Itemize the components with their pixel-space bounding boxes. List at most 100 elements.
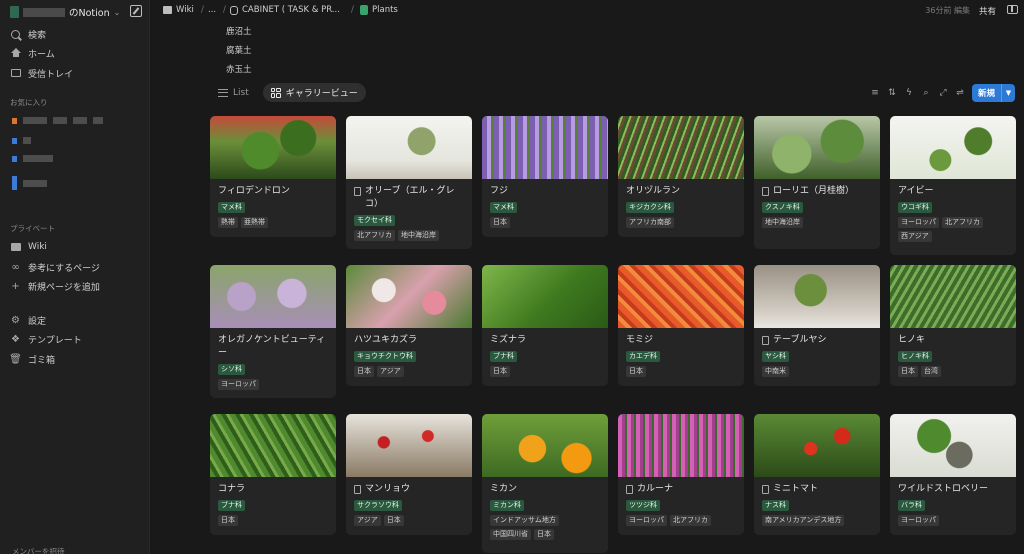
- region-tag: 日本: [490, 366, 510, 377]
- gallery-card[interactable]: フィロデンドロン マメ科 熱帯 亜熱帯: [210, 116, 336, 237]
- region-tags: 日本 アジア: [354, 366, 464, 377]
- family-tag: マメ科: [218, 202, 245, 213]
- property-option[interactable]: 腐葉土: [226, 44, 252, 56]
- sidebar-item-wiki[interactable]: Wiki: [10, 240, 47, 254]
- chevron-down-icon: ⌄: [113, 7, 121, 17]
- chevron-down-icon[interactable]: ▼: [1001, 84, 1015, 102]
- family-tag: ナス科: [762, 500, 789, 511]
- sidebar-favorite-item[interactable]: [12, 117, 103, 124]
- family-tag: ウコギ科: [898, 202, 932, 213]
- breadcrumb-label: Plants: [372, 5, 398, 15]
- family-tag: マメ科: [490, 202, 517, 213]
- sidebar-favorite-item[interactable]: [12, 176, 47, 190]
- region-tag: アジア: [377, 366, 404, 377]
- gallery-card[interactable]: ミズナラ ブナ科 日本: [482, 265, 608, 386]
- gallery-card[interactable]: コナラ ブナ科 日本: [210, 414, 336, 535]
- gallery-card[interactable]: オリーブ（エル・グレコ） モクセイ科 北アフリカ 地中海沿岸: [346, 116, 472, 249]
- gallery-card[interactable]: ミニトマトナス科南アメリカアンデス地方: [754, 414, 880, 535]
- sidebar-favorite-item[interactable]: [12, 137, 31, 144]
- region-tags: 日本: [626, 366, 736, 377]
- region-tag: 地中海沿岸: [762, 217, 803, 228]
- family-tags: ヒノキ科: [898, 351, 1008, 362]
- tab-label: List: [233, 87, 249, 98]
- card-title: ミカン: [490, 483, 600, 496]
- property-option[interactable]: 鹿沼土: [226, 25, 252, 37]
- settings-sliders-icon[interactable]: ⇌: [955, 88, 965, 98]
- new-button[interactable]: 新規 ▼: [971, 84, 1015, 102]
- card-body: マンリョウ サクラソウ科 アジア 日本: [346, 477, 472, 534]
- sidebar-item-home[interactable]: ホーム: [10, 46, 55, 60]
- database-toolbar: ≡ ⇅ ϟ ⌕ ⤢ ⇌ 新規 ▼: [870, 84, 1015, 102]
- gallery-card[interactable]: アイビー ウコギ科 ヨーロッパ 北アフリカ 西アジア: [890, 116, 1016, 255]
- gallery-card[interactable]: カルーナ ツツジ科 ヨーロッパ 北アフリカ: [618, 414, 744, 535]
- expand-icon[interactable]: ⤢: [938, 88, 948, 98]
- card-title-text: ミニトマト: [773, 484, 819, 494]
- region-tag: 中国四川省: [490, 529, 531, 540]
- gallery-card[interactable]: マンリョウ サクラソウ科 アジア 日本: [346, 414, 472, 535]
- breadcrumb-ellipsis[interactable]: ...: [208, 5, 216, 15]
- sort-icon[interactable]: ⇅: [887, 88, 897, 98]
- sidebar-item-label: テンプレート: [28, 335, 82, 346]
- search-icon[interactable]: ⌕: [921, 88, 931, 98]
- region-tag: アジア: [354, 515, 381, 526]
- filter-icon[interactable]: ≡: [870, 88, 880, 98]
- gallery-card[interactable]: ワイルドストロベリー バラ科 ヨーロッパ: [890, 414, 1016, 535]
- breadcrumb-cabinet[interactable]: CABINET ( TASK & PR...: [230, 5, 340, 15]
- property-option[interactable]: 赤玉土: [226, 63, 252, 75]
- region-tag: 日本: [218, 515, 238, 526]
- family-tags: クスノキ科: [762, 202, 872, 213]
- gallery-card[interactable]: テーブルヤシ ヤシ科 中南米: [754, 265, 880, 386]
- region-tags: 中南米: [762, 366, 872, 377]
- gallery-card[interactable]: オレガノケントビューティー シソ科 ヨーロッパ: [210, 265, 336, 398]
- card-body: ハツユキカズラ キョウチクトウ科 日本 アジア: [346, 328, 472, 385]
- family-tag: ヒノキ科: [898, 351, 932, 362]
- private-header[interactable]: プライベート: [10, 223, 55, 234]
- region-tag: 中南米: [762, 366, 789, 377]
- list-icon: [218, 88, 228, 97]
- tab-list[interactable]: List: [210, 83, 257, 102]
- card-body: ローリエ（月桂樹） クスノキ科 地中海沿岸: [754, 179, 880, 236]
- sidebar-item-templates[interactable]: ❖ テンプレート: [10, 332, 82, 346]
- gallery-card[interactable]: ローリエ（月桂樹） クスノキ科 地中海沿岸: [754, 116, 880, 249]
- trash-icon: 🗑: [9, 353, 22, 365]
- gallery-card[interactable]: ミカン ミカン科 インドアッサム地方 中国四川省 日本: [482, 414, 608, 553]
- tab-gallery[interactable]: ギャラリービュー: [262, 83, 366, 102]
- region-tag: 日本: [490, 217, 510, 228]
- sidebar-item-search[interactable]: 検索: [10, 27, 46, 41]
- automation-icon[interactable]: ϟ: [904, 88, 914, 98]
- region-tags: 北アフリカ 地中海沿岸: [354, 230, 464, 241]
- sidebar-item-label: Wiki: [28, 242, 47, 252]
- gallery-card[interactable]: ハツユキカズラ キョウチクトウ科 日本 アジア: [346, 265, 472, 386]
- document-icon: [354, 187, 361, 196]
- card-title-text: アイビー: [898, 186, 934, 196]
- gallery-card[interactable]: ヒノキ ヒノキ科 日本 台湾: [890, 265, 1016, 386]
- new-page-icon[interactable]: [130, 5, 142, 17]
- sidebar-item-reference[interactable]: ∞ 参考にするページ: [10, 260, 100, 274]
- region-tag: 日本: [383, 515, 404, 526]
- region-tag: 南アメリカアンデス地方: [762, 515, 845, 526]
- card-title-text: ワイルドストロベリー: [898, 484, 989, 494]
- gallery-card[interactable]: モミジ カエデ科 日本: [618, 265, 744, 386]
- region-tags: 日本 台湾: [898, 366, 1008, 377]
- gallery-card[interactable]: フジ マメ科 日本: [482, 116, 608, 237]
- invite-members[interactable]: メンバーを招待: [12, 546, 65, 554]
- sidebar-item-inbox[interactable]: 受信トレイ: [10, 66, 73, 80]
- sidebar-item-trash[interactable]: 🗑 ゴミ箱: [9, 352, 55, 366]
- side-panel-icon[interactable]: [1007, 5, 1018, 14]
- topbar: Wiki / ... / CABINET ( TASK & PR... / Pl…: [150, 0, 1024, 22]
- breadcrumb-plants[interactable]: Plants: [360, 5, 398, 15]
- database-icon: [230, 5, 238, 15]
- card-title-text: コナラ: [218, 484, 246, 494]
- sidebar-favorite-item[interactable]: [12, 155, 53, 162]
- gallery-card[interactable]: オリヅルラン キジカクシ科 アフリカ南部: [618, 116, 744, 237]
- card-title: オリーブ（エル・グレコ）: [354, 185, 464, 211]
- wiki-icon: [10, 242, 21, 253]
- breadcrumb-wiki[interactable]: Wiki: [163, 5, 194, 15]
- favorites-header[interactable]: お気に入り: [10, 97, 48, 108]
- sidebar-item-add-page[interactable]: + 新規ページを追加: [10, 279, 100, 293]
- family-tag: シソ科: [218, 364, 245, 375]
- sidebar-item-settings[interactable]: ⚙ 設定: [10, 313, 46, 327]
- region-tag: 日本: [626, 366, 646, 377]
- workspace-switcher[interactable]: のNotion ⌄: [10, 5, 120, 19]
- share-button[interactable]: 共有: [979, 5, 996, 17]
